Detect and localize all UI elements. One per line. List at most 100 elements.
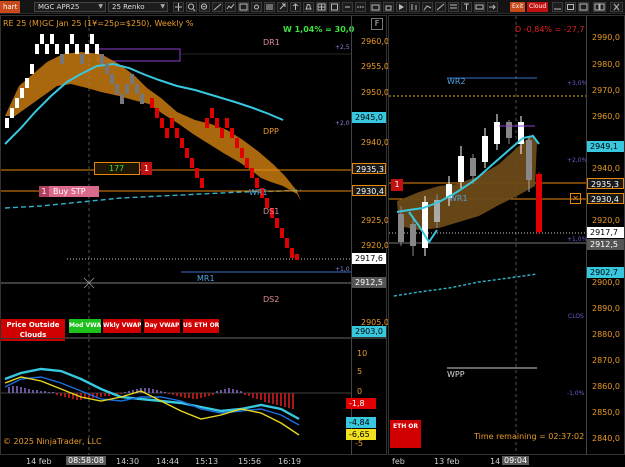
- cloud-badge[interactable]: Cloud: [527, 2, 549, 12]
- brick: [195, 168, 199, 178]
- close-window-button[interactable]: [610, 2, 623, 12]
- text-tool-button[interactable]: [461, 2, 472, 12]
- close-order-icon[interactable]: ✕: [570, 193, 581, 204]
- candle: [494, 122, 500, 144]
- buy-stop-count[interactable]: 1: [39, 186, 49, 197]
- chart-style-button[interactable]: [422, 2, 433, 12]
- daily-gain-label: D -0,84% = -27,7: [515, 25, 585, 34]
- price-tag-2902: 2902,7: [587, 267, 624, 278]
- candle: [398, 214, 404, 242]
- time-remaining: Time remaining = 02:37:02: [474, 432, 585, 441]
- buy-stop-order[interactable]: Buy STP: [49, 186, 99, 197]
- minimize-button[interactable]: [552, 2, 563, 12]
- y-tick: 2860,0: [592, 382, 620, 391]
- strategies-button[interactable]: [238, 2, 249, 12]
- x-label: 15:13: [195, 457, 219, 466]
- drawing-tools-button[interactable]: [212, 2, 223, 12]
- brick: [25, 78, 29, 88]
- alert-button[interactable]: [303, 2, 314, 12]
- brick: [285, 238, 289, 248]
- y-tick: 2960,0: [592, 112, 620, 121]
- indicators-button[interactable]: [225, 2, 236, 12]
- y-tick: 2990,0: [592, 33, 620, 42]
- day-vwap-button[interactable]: Day VWAP: [144, 319, 180, 333]
- brick: [140, 94, 144, 104]
- candle: [506, 122, 512, 138]
- y-tick: 2920,0: [592, 216, 620, 225]
- brick: [230, 128, 234, 138]
- brick: [40, 34, 44, 44]
- brick: [185, 148, 189, 158]
- price-tag-2935: 2935,3: [352, 163, 386, 174]
- chevron-down-icon: ▼: [160, 3, 165, 10]
- print-button[interactable]: [383, 2, 394, 12]
- more-button[interactable]: [355, 2, 366, 12]
- brick: [20, 88, 24, 98]
- restore-button[interactable]: [565, 2, 576, 12]
- wr2-label: WR2: [447, 77, 466, 86]
- wkly-vwap-button[interactable]: Wkly VWAP: [103, 319, 141, 333]
- right-price-panel[interactable]: D -0,84% = -27,7 WR2 WR1 WPP CLOS +3,0% …: [388, 15, 625, 456]
- left-time-axis[interactable]: 14 feb 08:58:08 14:30 14:44 15:13 15:56 …: [0, 455, 387, 467]
- zoom-in-button[interactable]: [186, 2, 197, 12]
- order-qty-box[interactable]: 177: [94, 162, 140, 175]
- trade-button[interactable]: [290, 2, 301, 12]
- pct-label-a: +2,5: [335, 44, 350, 51]
- price-tag-2917: 2917,6: [352, 253, 386, 264]
- close-label: CLOS: [568, 313, 584, 320]
- price-tag-2945: 2945,0: [352, 112, 386, 123]
- brick: [275, 218, 279, 228]
- y-tick: 2925,0: [361, 216, 389, 225]
- brick: [215, 118, 219, 128]
- dpp-label: DPP: [263, 127, 279, 136]
- cyan-vwap-line: [393, 273, 538, 297]
- right-time-axis[interactable]: feb 13 feb 14 09:04: [388, 455, 625, 467]
- eth-or-button[interactable]: ETH OR: [390, 420, 421, 448]
- price-tag-2917: 2917,7: [587, 227, 624, 238]
- data-box-button[interactable]: [329, 2, 340, 12]
- brick: [90, 34, 94, 44]
- crosshair-button[interactable]: [173, 2, 184, 12]
- bar-type-button[interactable]: [409, 2, 420, 12]
- us-eth-or-button[interactable]: US ETH OR: [183, 319, 219, 333]
- osc-tick: 10: [357, 349, 368, 358]
- properties-button[interactable]: [251, 2, 262, 12]
- weekly-gain-label: W 1,04% = 30,0: [283, 25, 355, 34]
- bar-type-selector[interactable]: 25 Renko ▼: [108, 2, 168, 12]
- dr1-label: DR1: [263, 38, 280, 47]
- brick: [190, 158, 194, 168]
- mod-vwap-button[interactable]: Mod VWAP: [69, 319, 101, 333]
- brick: [155, 108, 159, 118]
- order-count-box[interactable]: 1: [391, 179, 403, 191]
- y-tick: 2960,0: [361, 37, 389, 46]
- pct-label-c: +1,0%: [567, 236, 588, 243]
- pct-label-a: +3,0%: [567, 80, 588, 87]
- draw-line-button[interactable]: [435, 2, 446, 12]
- zoom-out-button[interactable]: [199, 2, 210, 12]
- templates-button[interactable]: [264, 2, 275, 12]
- tile-button[interactable]: [593, 2, 606, 12]
- left-price-panel[interactable]: RE 25 (M)GC Jan 25 (1¥=25p=$250), Weekly…: [0, 15, 389, 341]
- order-count-box[interactable]: 1: [141, 162, 152, 175]
- brick: [250, 168, 254, 178]
- left-oscillator-panel[interactable]: 10 5 0 -5 -1,8 -4,84 -6,65 © 2025 NinjaT…: [0, 338, 387, 456]
- arrow-tool-button[interactable]: [487, 2, 498, 12]
- ds1-label: DS1: [263, 207, 280, 216]
- brick: [165, 128, 169, 138]
- brick: [35, 44, 39, 54]
- screenshot-button[interactable]: [370, 2, 381, 12]
- osc-tick: 5: [357, 367, 363, 376]
- share-button[interactable]: [277, 2, 288, 12]
- brick: [60, 54, 64, 64]
- instrument-selector[interactable]: MGC APR25 ▼: [34, 2, 106, 12]
- grid-button[interactable]: [316, 2, 327, 12]
- chart-tab[interactable]: hart: [0, 1, 21, 13]
- rect-tool-button[interactable]: [474, 2, 485, 12]
- brick: [120, 94, 124, 104]
- y-tick: 2940,0: [592, 164, 620, 173]
- replay-button[interactable]: [396, 2, 407, 12]
- maximize-button[interactable]: [578, 2, 589, 12]
- fib-button[interactable]: [448, 2, 459, 12]
- link-button[interactable]: [342, 2, 353, 12]
- exit-badge[interactable]: Exit: [510, 2, 526, 12]
